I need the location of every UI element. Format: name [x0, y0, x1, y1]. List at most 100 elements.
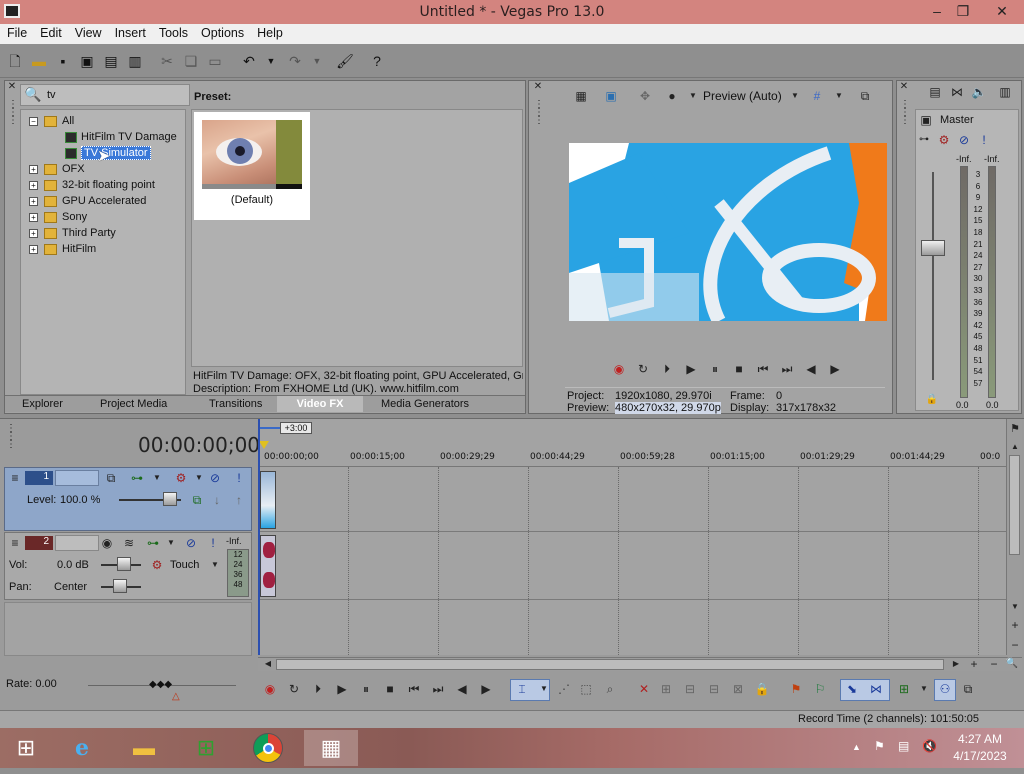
- mute-track-icon[interactable]: ⊘: [207, 470, 223, 486]
- auto-ripple-icon[interactable]: ⬊: [844, 681, 860, 697]
- panel-grip[interactable]: ⋮ ⋮ ⋮: [534, 100, 544, 126]
- external-monitor-icon[interactable]: ▣: [603, 88, 619, 104]
- scroll-left-icon[interactable]: ◀: [260, 656, 276, 672]
- lock-icon[interactable]: 🔒: [924, 392, 940, 408]
- audio-track-name-field[interactable]: [55, 535, 99, 551]
- zoom-in-icon[interactable]: +: [966, 656, 982, 672]
- save-as-icon[interactable]: ▣: [78, 52, 96, 70]
- menu-edit[interactable]: Edit: [33, 24, 68, 40]
- record-icon[interactable]: ◉: [262, 681, 278, 697]
- auto-crossfade-icon[interactable]: ⊞: [896, 681, 912, 697]
- downmix-icon[interactable]: ⋈: [949, 84, 965, 100]
- loop-icon[interactable]: ↻: [635, 361, 651, 377]
- track-minimize-icon[interactable]: ≡: [7, 535, 23, 551]
- go-to-end-icon[interactable]: ⏭: [779, 361, 795, 377]
- track-motion-icon[interactable]: ⧉: [189, 492, 205, 508]
- expand-icon[interactable]: +: [29, 228, 38, 238]
- play-from-start-icon[interactable]: ⏵: [310, 681, 326, 697]
- rate-slider[interactable]: ◆◆◆: [149, 679, 172, 690]
- track-fx-dropdown-icon[interactable]: ▼: [191, 470, 207, 486]
- chrome-icon[interactable]: [242, 730, 294, 766]
- delete-icon[interactable]: ✕: [636, 681, 652, 697]
- tree-item-32bit[interactable]: +32-bit floating point: [29, 177, 155, 193]
- horizontal-scroll-thumb[interactable]: [276, 659, 944, 670]
- zoom-edit-tool-icon[interactable]: ⌕: [602, 681, 618, 697]
- selection-tool-icon[interactable]: ⬚: [578, 681, 594, 697]
- menu-insert[interactable]: Insert: [108, 24, 152, 40]
- tree-item-ofx[interactable]: + OFX: [29, 161, 85, 177]
- pause-icon[interactable]: ⏸: [358, 681, 374, 697]
- lock-envelopes-icon[interactable]: ⧉: [960, 681, 976, 697]
- brush-icon[interactable]: 🖌: [336, 52, 354, 70]
- record-icon[interactable]: ◉: [611, 361, 627, 377]
- go-to-end-icon[interactable]: ⏭: [430, 681, 446, 697]
- rate-reset-icon[interactable]: △: [172, 691, 180, 702]
- tree-item-hitfilm[interactable]: + HitFilm: [29, 241, 96, 257]
- pan-slider[interactable]: [113, 579, 127, 593]
- audio-routing-dropdown-icon[interactable]: ▼: [163, 535, 179, 551]
- audio-track-header[interactable]: ≡ 2 ◉ ≋ ⊶ ▼ ⊘ ! -Inf. 12 24 36 48 Vol: 0…: [4, 532, 252, 600]
- next-frame-icon[interactable]: ▶: [827, 361, 843, 377]
- panel-grip[interactable]: ⋮ ⋮ ⋮: [8, 100, 18, 141]
- track-minimize-icon[interactable]: ≡: [7, 470, 23, 486]
- cursor-marker-icon[interactable]: [259, 441, 269, 449]
- render-icon[interactable]: ▤: [102, 52, 120, 70]
- play-icon[interactable]: ▶: [683, 361, 699, 377]
- project-properties-icon[interactable]: ▦: [573, 88, 589, 104]
- expand-icon[interactable]: +: [29, 164, 38, 174]
- enable-snapping-icon[interactable]: ⋈: [868, 681, 884, 697]
- vol-slider[interactable]: [117, 557, 131, 571]
- bus-routing-icon[interactable]: ⊶: [916, 132, 932, 148]
- timeline-grip[interactable]: ⋮ ⋮ ⋮: [6, 424, 16, 450]
- panel-close-icon[interactable]: ✕: [7, 82, 17, 92]
- track-fx-icon[interactable]: ⚙: [173, 470, 189, 486]
- trim-start-icon[interactable]: ⊟: [682, 681, 698, 697]
- invert-phase-icon[interactable]: ≋: [121, 535, 137, 551]
- go-to-start-icon[interactable]: ⏮: [406, 681, 422, 697]
- preview-quality-dropdown-icon[interactable]: ▼: [787, 88, 803, 104]
- panel-close-icon[interactable]: ✕: [533, 82, 543, 92]
- parent-compositing-icon[interactable]: ⊶: [129, 470, 145, 486]
- tab-video-fx[interactable]: Video FX: [277, 396, 363, 412]
- compositing-mode-icon[interactable]: ⧉: [103, 470, 119, 486]
- envelope-tool-icon[interactable]: ⋰: [556, 681, 572, 697]
- copy-snapshot-icon[interactable]: ⧉: [857, 88, 873, 104]
- vegas-taskbar-icon[interactable]: ▦: [304, 730, 358, 766]
- video-track-header[interactable]: ≡ 1 ⧉ ⊶ ▼ ⚙ ▼ ⊘ ! Level: 100.0 % ⧉ ↓ ↑: [4, 467, 252, 531]
- zoom-in-vertical-icon[interactable]: +: [1007, 617, 1023, 633]
- audio-clip[interactable]: [260, 535, 276, 597]
- zoom-out-icon[interactable]: −: [986, 656, 1002, 672]
- menu-tools[interactable]: Tools: [152, 24, 194, 40]
- automation-gear-icon[interactable]: ⚙: [149, 557, 165, 573]
- automation-mode[interactable]: Touch: [170, 559, 199, 571]
- marker-flag-icon[interactable]: ⚑: [1007, 421, 1023, 437]
- dim-output-icon[interactable]: 🔈: [971, 84, 987, 100]
- vertical-scrollbar[interactable]: ⚑ ▲ ▼ + −: [1006, 419, 1022, 655]
- lock-events-icon[interactable]: 🔒: [754, 681, 770, 697]
- panel-grip[interactable]: ⋮ ⋮ ⋮: [900, 100, 910, 126]
- play-icon[interactable]: ▶: [334, 681, 350, 697]
- collapse-icon[interactable]: −: [29, 116, 38, 126]
- volume-muted-icon[interactable]: 🔇: [922, 739, 937, 753]
- crossfade-dropdown-icon[interactable]: ▼: [916, 681, 932, 697]
- split-screen-icon[interactable]: ●: [664, 88, 680, 104]
- tab-media-generators[interactable]: Media Generators: [381, 398, 469, 410]
- tree-item-hitfilm-tv-damage[interactable]: HitFilm TV Damage: [65, 129, 177, 145]
- preview-quality[interactable]: Preview (Auto): [703, 89, 782, 103]
- stop-icon[interactable]: ■: [731, 361, 747, 377]
- insert-marker-icon[interactable]: ⚑: [788, 681, 804, 697]
- menu-help[interactable]: Help: [250, 24, 289, 40]
- pause-icon[interactable]: ⏸: [707, 361, 723, 377]
- tab-transitions[interactable]: Transitions: [209, 398, 262, 410]
- restore-icon[interactable]: ❐: [948, 0, 978, 22]
- vertical-scroll-thumb[interactable]: [1009, 455, 1020, 555]
- expand-icon[interactable]: +: [29, 244, 38, 254]
- redo-dropdown-icon[interactable]: ▼: [308, 52, 326, 70]
- tree-item-gpu[interactable]: + GPU Accelerated: [29, 193, 146, 209]
- tree-item-sony[interactable]: + Sony: [29, 209, 87, 225]
- loop-icon[interactable]: ↻: [286, 681, 302, 697]
- move-down-icon[interactable]: ↓: [209, 492, 225, 508]
- scroll-down-icon[interactable]: ▼: [1007, 599, 1023, 615]
- previous-frame-icon[interactable]: ◀: [803, 361, 819, 377]
- undo-dropdown-icon[interactable]: ▼: [262, 52, 280, 70]
